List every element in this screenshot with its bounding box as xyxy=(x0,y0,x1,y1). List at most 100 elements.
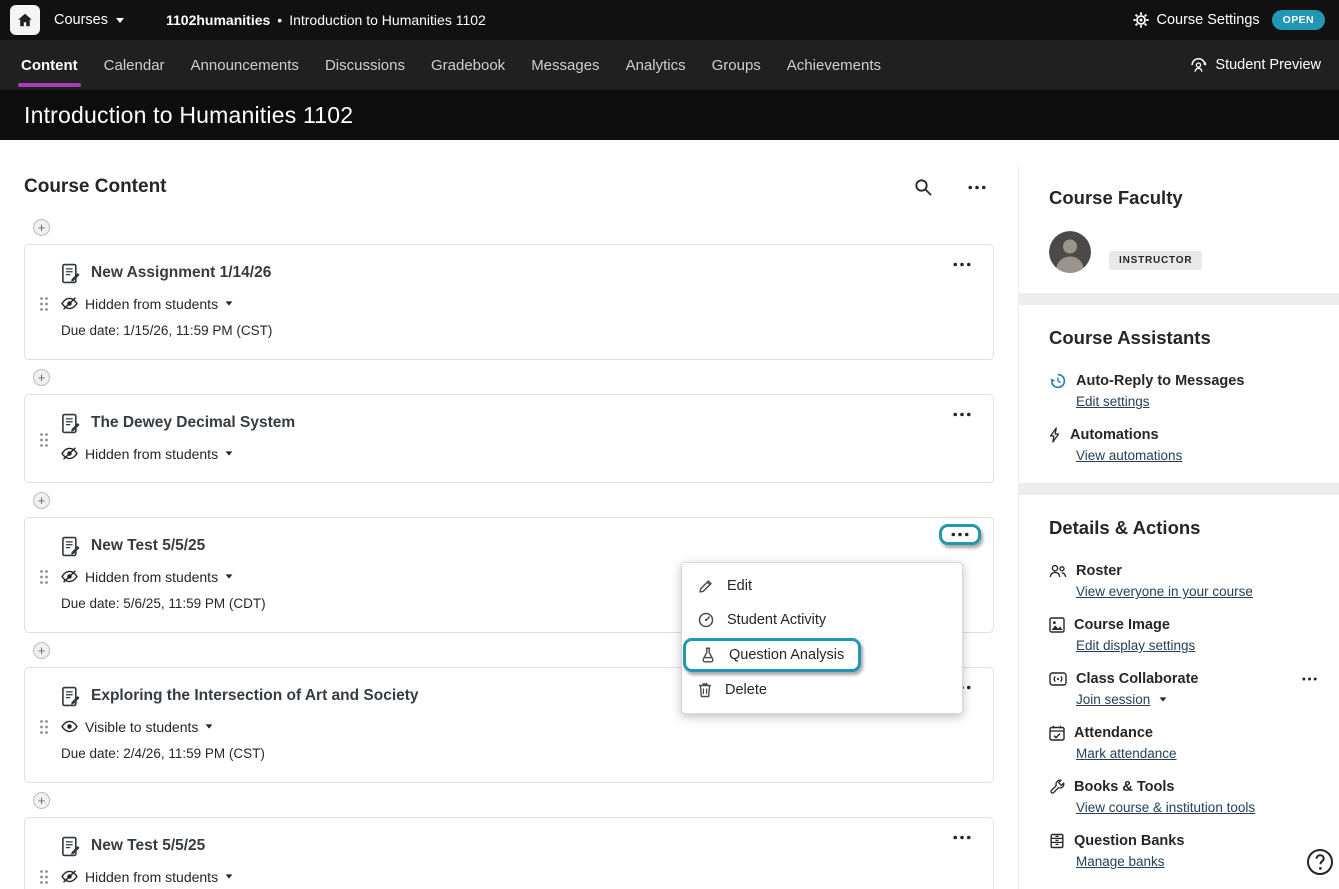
visibility-label: Hidden from students xyxy=(85,296,218,312)
visibility-dropdown[interactable]: Hidden from students xyxy=(61,444,233,463)
content-options-button[interactable] xyxy=(964,181,990,194)
content-item-title[interactable]: Exploring the Intersection of Art and So… xyxy=(91,687,419,705)
breadcrumb-course-name: Introduction to Humanities 1102 xyxy=(289,12,486,28)
visibility-label: Hidden from students xyxy=(85,569,218,585)
item-options-button[interactable] xyxy=(949,258,975,271)
collaborate-options-button[interactable] xyxy=(1300,675,1319,683)
attendance-icon xyxy=(1049,725,1065,741)
item-options-button[interactable] xyxy=(949,408,975,421)
breadcrumb-course-id: 1102humanities xyxy=(166,12,270,28)
content-item-card: New Assignment 1/14/26 Hidden from stude… xyxy=(24,244,994,360)
join-session-link[interactable]: Join session xyxy=(1076,692,1150,707)
edit-display-settings-link[interactable]: Edit display settings xyxy=(1076,638,1195,653)
tab-discussions[interactable]: Discussions xyxy=(312,40,418,90)
tab-groups[interactable]: Groups xyxy=(699,40,774,90)
automations-label: Automations xyxy=(1070,427,1159,443)
content-item-title[interactable]: The Dewey Decimal System xyxy=(91,414,295,432)
lightning-icon xyxy=(1049,427,1061,443)
help-button[interactable] xyxy=(1306,848,1334,876)
ellipsis-icon xyxy=(953,412,971,417)
chevron-down-icon xyxy=(116,18,124,23)
content-item-title[interactable]: New Test 5/5/25 xyxy=(91,837,205,855)
item-options-button[interactable] xyxy=(949,831,975,844)
mark-attendance-link[interactable]: Mark attendance xyxy=(1076,746,1177,761)
visibility-label: Hidden from students xyxy=(85,869,218,885)
drag-handle-icon[interactable] xyxy=(39,690,49,763)
visibility-dropdown[interactable]: Hidden from students xyxy=(61,867,233,886)
content-item-title[interactable]: New Test 5/5/25 xyxy=(91,537,205,555)
menu-item-delete[interactable]: Delete xyxy=(682,673,962,707)
chevron-down-icon xyxy=(226,301,233,305)
courses-menu-button[interactable]: Courses xyxy=(54,12,124,28)
tab-analytics[interactable]: Analytics xyxy=(613,40,699,90)
tab-calendar[interactable]: Calendar xyxy=(91,40,178,90)
activity-gauge-icon xyxy=(698,612,714,628)
content-item-card: The Dewey Decimal System Hidden from stu… xyxy=(24,394,994,483)
chevron-down-icon[interactable] xyxy=(1160,697,1167,701)
visibility-dropdown[interactable]: Hidden from students xyxy=(61,294,233,313)
pencil-icon xyxy=(698,578,714,594)
course-content-panel: Course Content + New Assignment 1/14/26 xyxy=(0,140,1018,889)
options-highlight-box xyxy=(939,524,981,545)
tab-gradebook[interactable]: Gradebook xyxy=(418,40,518,90)
question-banks-icon xyxy=(1049,833,1065,849)
topbar-actions: Course Settings OPEN xyxy=(1133,10,1329,30)
page-title: Introduction to Humanities 1102 xyxy=(24,102,353,129)
add-content-button[interactable]: + xyxy=(33,492,50,509)
ellipsis-icon xyxy=(968,185,986,190)
add-content-button[interactable]: + xyxy=(33,642,50,659)
drag-handle-icon[interactable] xyxy=(39,840,49,889)
add-content-button[interactable]: + xyxy=(33,219,50,236)
student-preview-button[interactable]: Student Preview xyxy=(1190,57,1331,73)
view-automations-link[interactable]: View automations xyxy=(1076,448,1182,463)
tab-content[interactable]: Content xyxy=(8,40,91,90)
menu-item-label: Question Analysis xyxy=(729,647,844,663)
content-search-button[interactable] xyxy=(910,174,936,200)
view-tools-link[interactable]: View course & institution tools xyxy=(1076,800,1255,815)
drag-handle-icon[interactable] xyxy=(39,417,49,463)
course-content-heading: Course Content xyxy=(24,176,167,198)
books-tools-icon xyxy=(1049,779,1065,795)
menu-item-question-analysis[interactable]: Question Analysis xyxy=(683,638,861,672)
menu-item-label: Edit xyxy=(727,578,752,594)
visibility-label: Visible to students xyxy=(85,719,198,735)
due-date: Due date: 2/4/26, 11:59 PM (CST) xyxy=(61,746,977,763)
edit-settings-link[interactable]: Edit settings xyxy=(1076,394,1150,409)
instructor-avatar[interactable] xyxy=(1049,231,1091,273)
menu-item-label: Student Activity xyxy=(727,612,826,628)
hidden-eye-icon xyxy=(61,570,78,583)
roster-item: Roster View everyone in your course xyxy=(1049,561,1319,599)
visibility-dropdown[interactable]: Visible to students xyxy=(61,717,213,736)
view-everyone-link[interactable]: View everyone in your course xyxy=(1076,584,1253,599)
class-collaborate-label: Class Collaborate xyxy=(1076,671,1199,687)
menu-item-edit[interactable]: Edit xyxy=(682,569,962,603)
home-icon xyxy=(17,12,33,28)
drag-handle-icon[interactable] xyxy=(39,267,49,340)
menu-item-student-activity[interactable]: Student Activity xyxy=(682,603,962,637)
details-actions-heading: Details & Actions xyxy=(1049,517,1319,539)
course-open-badge[interactable]: OPEN xyxy=(1272,10,1325,30)
content-item-card: New Test 5/5/25 Hidden from students Due… xyxy=(24,517,994,633)
assignment-icon xyxy=(61,686,82,707)
class-collaborate-item: Class Collaborate Join session xyxy=(1049,669,1319,707)
add-content-button[interactable]: + xyxy=(33,792,50,809)
add-content-divider: + xyxy=(24,483,994,517)
due-date: Due date: 1/15/26, 11:59 PM (CST) xyxy=(61,323,977,340)
drag-handle-icon[interactable] xyxy=(39,540,49,613)
add-content-button[interactable]: + xyxy=(33,369,50,386)
tab-announcements[interactable]: Announcements xyxy=(178,40,312,90)
class-collaborate-icon xyxy=(1049,672,1067,686)
content-item-title[interactable]: New Assignment 1/14/26 xyxy=(91,264,271,282)
tab-messages[interactable]: Messages xyxy=(518,40,612,90)
item-options-button[interactable] xyxy=(951,532,969,537)
content-header: Course Content xyxy=(24,174,994,200)
home-button[interactable] xyxy=(10,5,40,35)
tab-achievements[interactable]: Achievements xyxy=(774,40,894,90)
manage-banks-link[interactable]: Manage banks xyxy=(1076,854,1165,869)
auto-reply-item: Auto-Reply to Messages Edit settings xyxy=(1049,371,1319,409)
add-content-divider: + xyxy=(24,360,994,394)
search-icon xyxy=(914,178,932,196)
visibility-dropdown[interactable]: Hidden from students xyxy=(61,567,233,586)
course-settings-button[interactable]: Course Settings xyxy=(1133,12,1259,28)
assignment-icon xyxy=(61,263,82,284)
